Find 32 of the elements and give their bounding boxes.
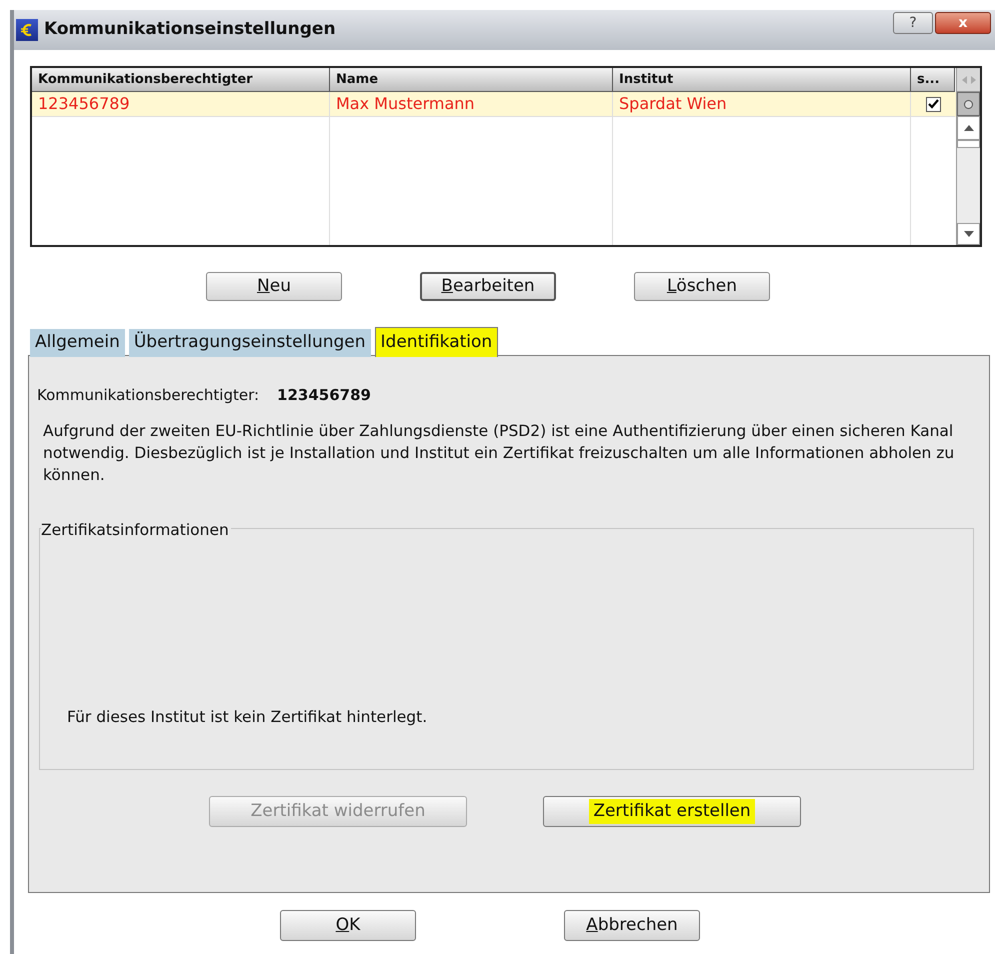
table-cell: Max Mustermann (330, 92, 613, 117)
help-button[interactable]: ? (893, 12, 933, 34)
dialog-button[interactable]: OK (280, 910, 416, 941)
scroll-thumb[interactable] (957, 140, 980, 148)
column-header[interactable]: Institut (613, 68, 911, 92)
window-title: Kommunikationseinstellungen (44, 18, 336, 42)
field-value: 123456789 (277, 385, 371, 406)
corner-icon[interactable] (964, 100, 973, 108)
euro-icon (16, 19, 38, 41)
scroll-up-button[interactable] (957, 116, 980, 140)
dialog-button[interactable]: Abbrechen (564, 910, 700, 941)
checkbox[interactable] (926, 96, 940, 112)
table-cell: Spardat Wien (613, 92, 911, 117)
certificate-button[interactable]: Zertifikat erstellen (543, 796, 801, 827)
tab[interactable]: Allgemein (30, 329, 125, 357)
table-action-button[interactable]: Löschen (634, 272, 770, 301)
status-message: Für dieses Institut ist kein Zertifikat hinterlegt. (67, 707, 428, 728)
column-header[interactable]: Kommunikationsberechtigter (32, 68, 330, 92)
scroll-down-button[interactable] (957, 223, 980, 245)
scrollbar[interactable] (956, 68, 980, 245)
table-row[interactable]: 123456789 Max Mustermann Spardat Wien (32, 92, 956, 117)
column-header[interactable]: s... (911, 68, 955, 92)
table-action-button[interactable]: Neu (206, 272, 342, 301)
up-arrow-icon[interactable] (964, 125, 974, 131)
tab[interactable]: Identifikation (374, 327, 498, 357)
down-arrow-icon[interactable] (964, 231, 974, 237)
field-label: Kommunikationsberechtigter: (37, 385, 260, 406)
description-text: Aufgrund der zweiten EU-Richtlinie über Zahlungsdienste (PSD2) ist eine Authentifizierung über einen sicheren Kanal notwendig. Diesbezüglich ist je Installation und Institut ein Zertifikat freizuschalten um alle Informationen abholen zu können. (43, 421, 956, 486)
table-cell: 123456789 (32, 92, 330, 117)
tab[interactable]: Übertragungseinstellungen (128, 329, 371, 357)
column-header[interactable]: Name (330, 68, 613, 92)
table-action-button[interactable]: Bearbeiten (420, 272, 556, 301)
